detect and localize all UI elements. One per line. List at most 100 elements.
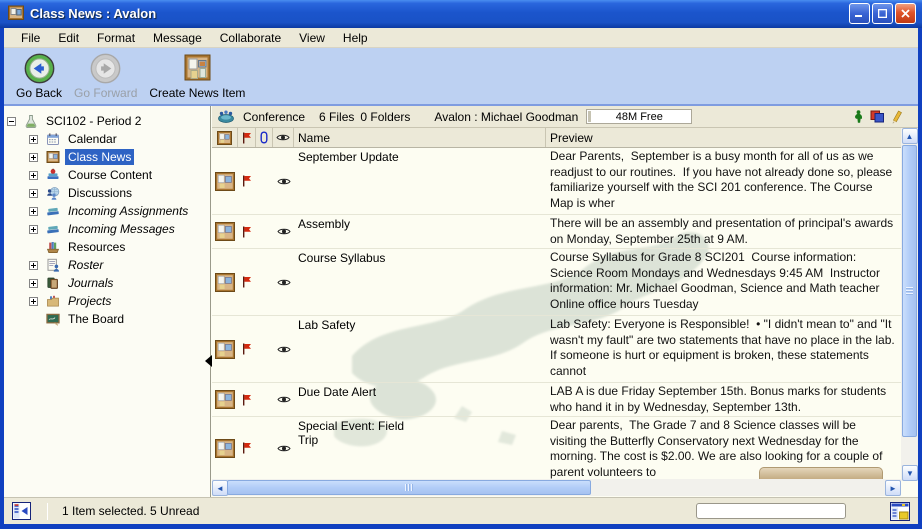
- menu-view[interactable]: View: [290, 29, 334, 47]
- eye-icon: [276, 133, 290, 142]
- status-separator: [47, 503, 48, 520]
- scroll-left-button[interactable]: ◄: [212, 480, 228, 496]
- item-name: Special Event: Field Trip: [294, 417, 546, 479]
- form-window-icon[interactable]: [890, 502, 910, 521]
- expand-expander[interactable]: [29, 261, 38, 270]
- tree-item-resources[interactable]: Resources: [4, 238, 210, 256]
- paperclip-icon: [260, 131, 268, 144]
- conference-icon: [217, 109, 235, 124]
- column-name[interactable]: Name: [294, 128, 546, 147]
- eye-icon: [273, 278, 294, 287]
- eye-icon: [273, 177, 294, 186]
- news-row-course-syllabus[interactable]: Course Syllabus Course Syllabus for Grad…: [212, 249, 901, 316]
- discussions-icon: [45, 186, 61, 200]
- tree-label: Discussions: [65, 185, 135, 201]
- maximize-button[interactable]: [872, 3, 893, 24]
- collapse-expander[interactable]: [7, 117, 16, 126]
- resources-icon: [45, 240, 61, 254]
- menu-bar: File Edit Format Message Collaborate Vie…: [4, 28, 918, 48]
- menu-help[interactable]: Help: [334, 29, 377, 47]
- scroll-right-button[interactable]: ►: [885, 480, 901, 496]
- vertical-scroll-thumb[interactable]: [902, 145, 917, 437]
- expand-expander[interactable]: [29, 153, 38, 162]
- item-preview: LAB A is due Friday September 15th. Bonu…: [546, 383, 901, 416]
- menu-edit[interactable]: Edit: [49, 29, 88, 47]
- sidebar-tree: SCI102 - Period 2 Calendar Class News Co…: [4, 106, 211, 497]
- tree-item-discussions[interactable]: Discussions: [4, 184, 210, 202]
- status-bar: 1 Item selected. 5 Unread: [4, 497, 918, 524]
- news-row-assembly[interactable]: Assembly There will be an assembly and p…: [212, 215, 901, 249]
- tree-item-sci102[interactable]: SCI102 - Period 2: [4, 112, 210, 130]
- news-item-icon: [212, 222, 238, 241]
- tree-item-incoming-messages[interactable]: Incoming Messages: [4, 220, 210, 238]
- expand-expander[interactable]: [29, 171, 38, 180]
- tree-item-incoming-assignments[interactable]: Incoming Assignments: [4, 202, 210, 220]
- news-item-icon: [212, 439, 238, 458]
- layers-icon[interactable]: [870, 110, 885, 123]
- projects-icon: [45, 294, 61, 308]
- tree-label: Course Content: [65, 167, 155, 183]
- toolbar: Go Back Go Forward: [4, 48, 918, 106]
- minimize-button[interactable]: [849, 3, 870, 24]
- news-item-icon: [212, 172, 238, 191]
- presence-person-icon[interactable]: [854, 110, 863, 123]
- tree-item-calendar[interactable]: Calendar: [4, 130, 210, 148]
- expand-expander[interactable]: [29, 207, 38, 216]
- news-row-lab-safety[interactable]: Lab Safety Lab Safety: Everyone is Respo…: [212, 316, 901, 383]
- item-name: September Update: [294, 148, 546, 214]
- column-flag[interactable]: [238, 128, 256, 147]
- expand-expander[interactable]: [29, 135, 38, 144]
- pane-collapse-handle[interactable]: [205, 355, 212, 367]
- tree-item-projects[interactable]: Projects: [4, 292, 210, 310]
- status-search-box[interactable]: [696, 503, 846, 519]
- news-row-special-event[interactable]: Special Event: Field Trip Dear parents, …: [212, 417, 901, 479]
- tree-item-class-news[interactable]: Class News: [4, 148, 210, 166]
- course-content-icon: [45, 168, 61, 182]
- flag-icon: [238, 226, 256, 238]
- news-row-september-update[interactable]: September Update Dear Parents, September…: [212, 148, 901, 215]
- menu-format[interactable]: Format: [88, 29, 144, 47]
- expand-expander[interactable]: [29, 279, 38, 288]
- vertical-scrollbar[interactable]: ▲ ▼: [901, 128, 918, 481]
- expand-expander[interactable]: [29, 225, 38, 234]
- menu-file[interactable]: File: [12, 29, 49, 47]
- column-item-type[interactable]: [212, 128, 238, 147]
- flag-icon: [238, 394, 256, 406]
- column-attachment[interactable]: [256, 128, 273, 147]
- board-icon: [45, 312, 61, 326]
- tree-item-course-content[interactable]: Course Content: [4, 166, 210, 184]
- files-count: 6 Files: [319, 110, 354, 124]
- tree-item-roster[interactable]: Roster: [4, 256, 210, 274]
- go-forward-icon: [90, 53, 121, 84]
- tree-item-the-board[interactable]: The Board: [4, 310, 210, 328]
- expand-expander[interactable]: [29, 189, 38, 198]
- eye-icon: [273, 345, 294, 354]
- list-column-header: Name Preview: [212, 128, 901, 148]
- tree-label: SCI102 - Period 2: [43, 113, 144, 129]
- news-row-due-date-alert[interactable]: Due Date Alert LAB A is due Friday Septe…: [212, 383, 901, 417]
- item-preview: Dear Parents, September is a busy month …: [546, 148, 901, 214]
- news-icon: [45, 150, 61, 164]
- flag-icon: [242, 132, 252, 144]
- go-back-button[interactable]: Go Back: [12, 53, 66, 100]
- item-preview: There will be an assembly and presentati…: [546, 215, 901, 248]
- eye-icon: [273, 227, 294, 236]
- horizontal-scroll-thumb[interactable]: [227, 480, 591, 495]
- calendar-icon: [45, 132, 61, 146]
- create-news-item-button[interactable]: Create News Item: [145, 53, 249, 100]
- column-preview[interactable]: Preview: [546, 128, 901, 147]
- menu-message[interactable]: Message: [144, 29, 211, 47]
- incoming-icon: [45, 222, 61, 236]
- horizontal-scrollbar[interactable]: ◄ ►: [212, 479, 901, 496]
- tree-item-journals[interactable]: Journals: [4, 274, 210, 292]
- pencil-icon[interactable]: [892, 110, 902, 124]
- split-pane-icon[interactable]: [12, 502, 31, 520]
- scroll-down-button[interactable]: ▼: [902, 465, 918, 481]
- menu-collaborate[interactable]: Collaborate: [211, 29, 290, 47]
- scroll-up-button[interactable]: ▲: [902, 128, 918, 144]
- close-button[interactable]: [895, 3, 916, 24]
- expand-expander[interactable]: [29, 297, 38, 306]
- roster-icon: [45, 258, 61, 272]
- column-read-status[interactable]: [273, 128, 294, 147]
- go-forward-button[interactable]: Go Forward: [70, 53, 141, 100]
